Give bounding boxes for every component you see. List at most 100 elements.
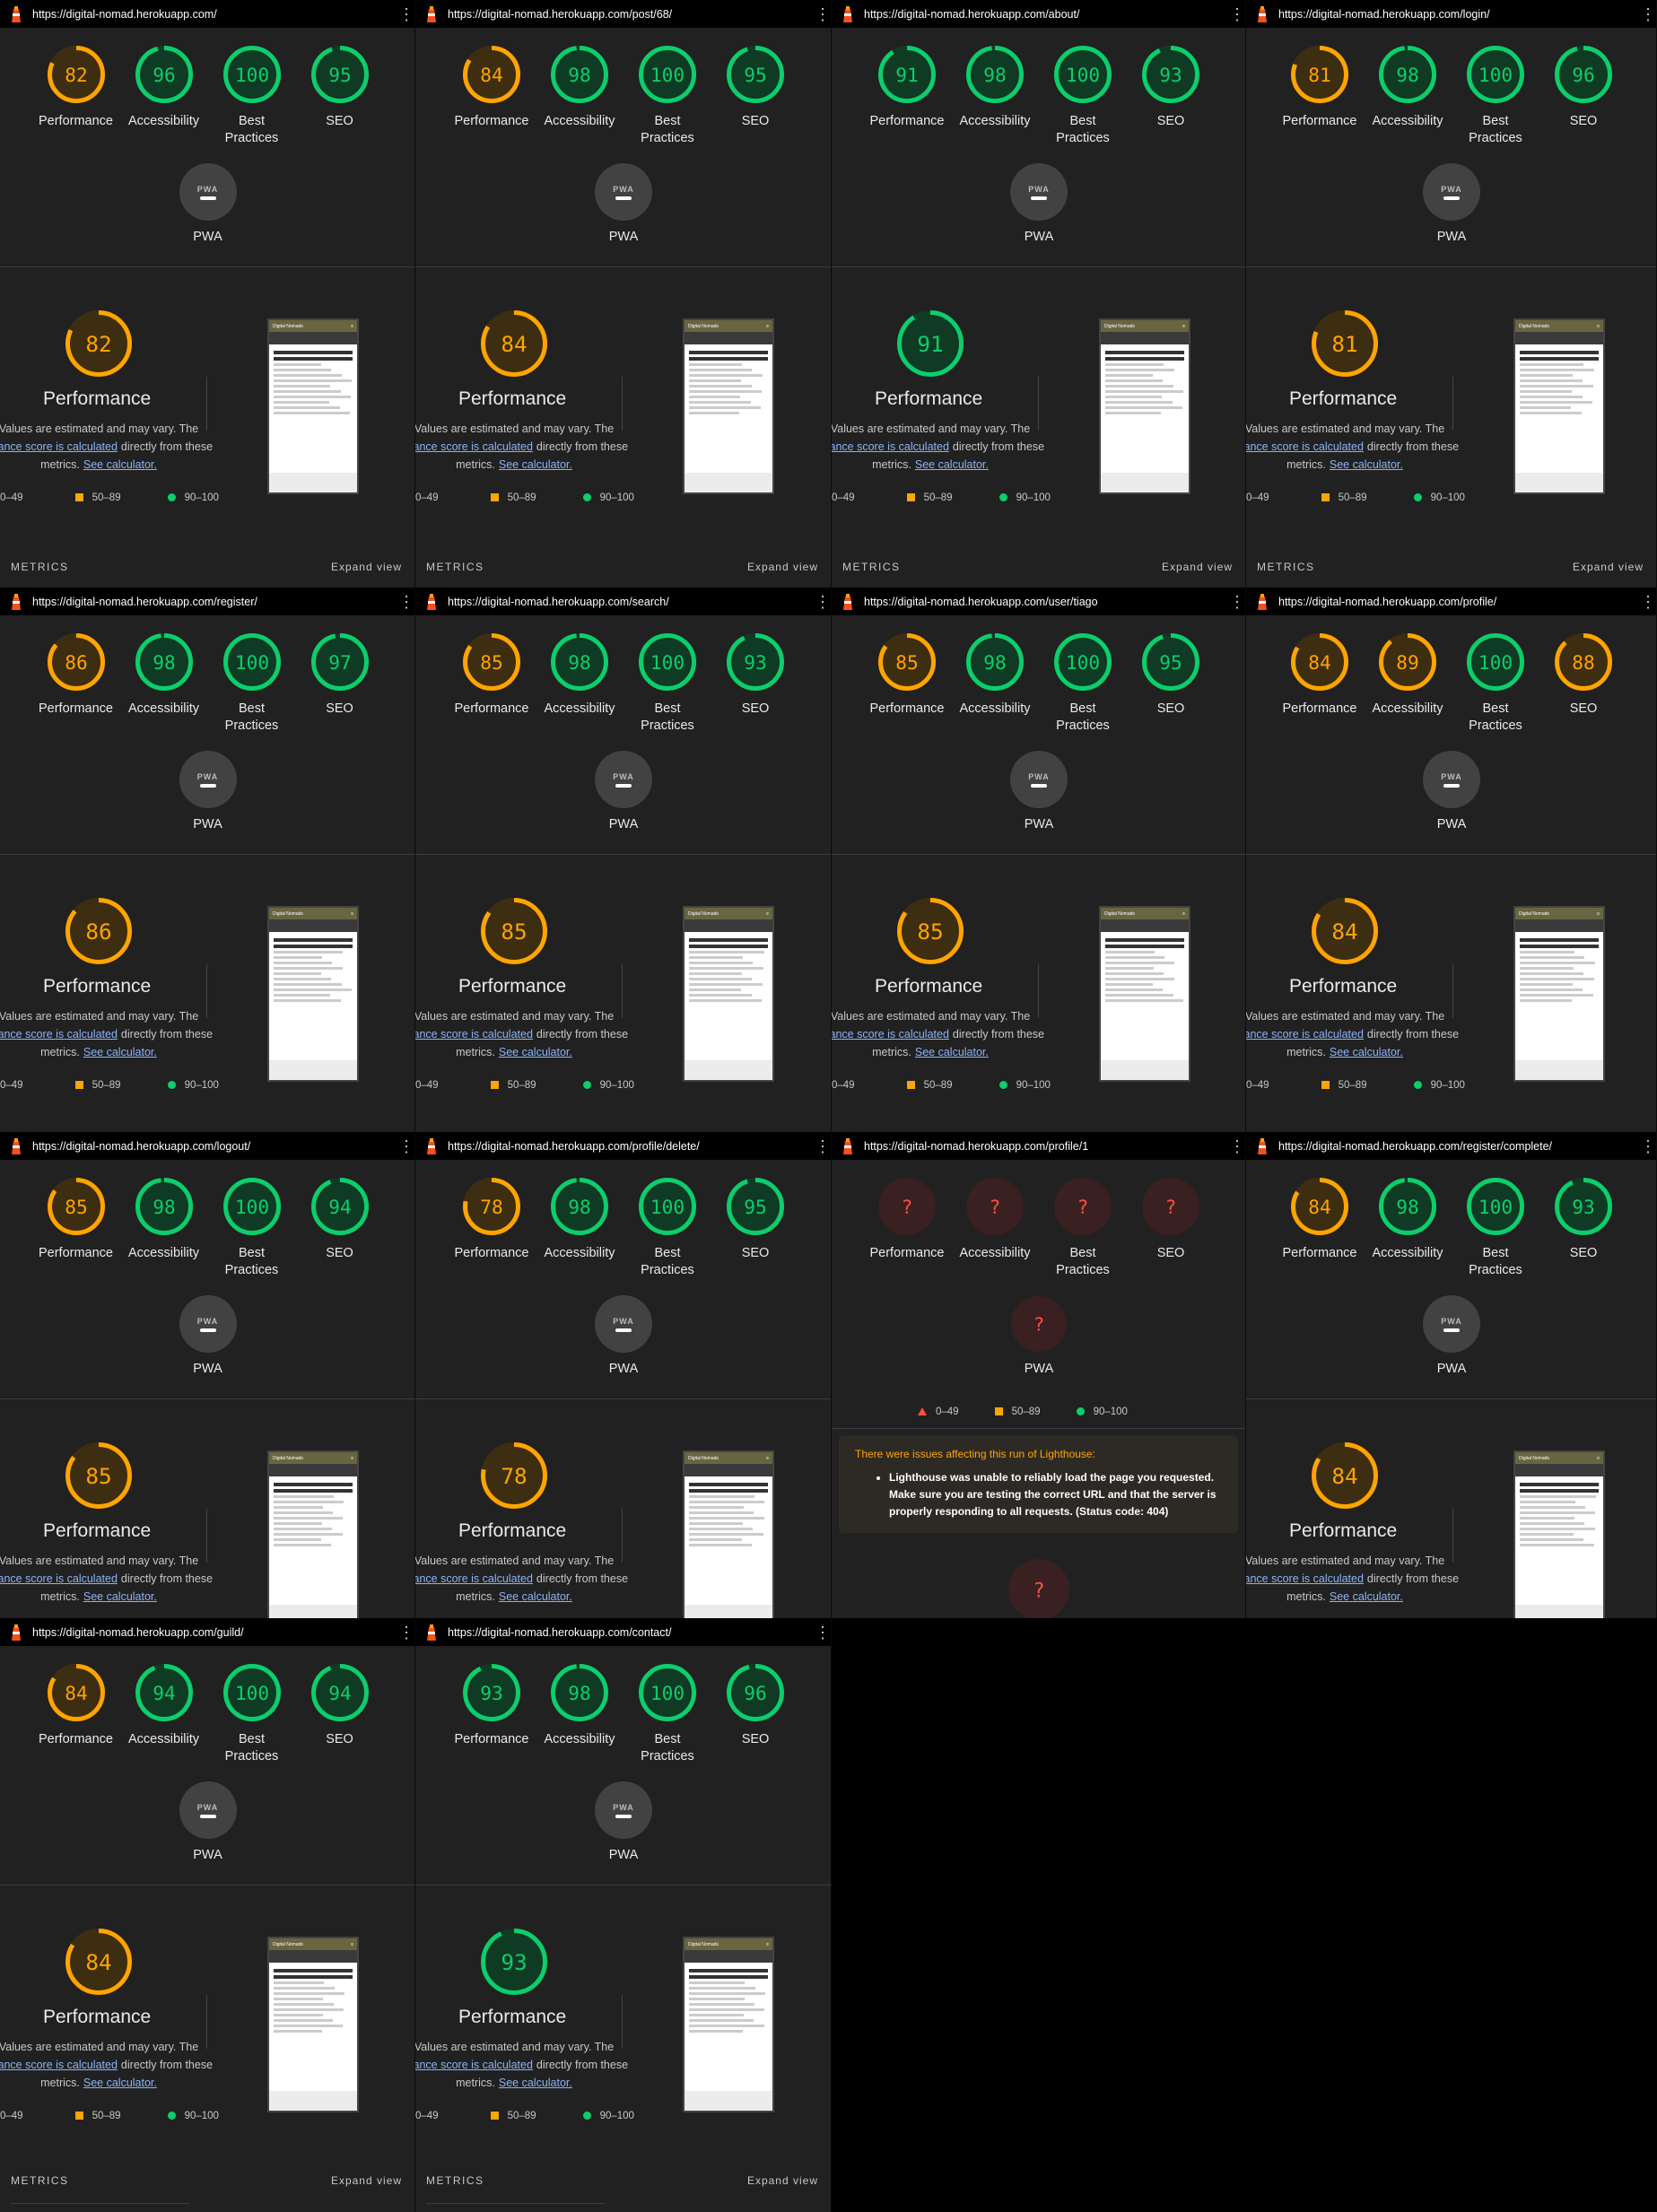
page-screenshot-thumbnail[interactable]: Digital Nomads ≡ [1099,318,1190,494]
page-screenshot-thumbnail[interactable]: Digital Nomads ≡ [683,906,774,1082]
page-screenshot-thumbnail[interactable]: Digital Nomads ≡ [267,318,359,494]
see-calculator-link[interactable]: See calculator. [1330,458,1403,471]
performance-big-gauge[interactable]: 85 [65,1441,136,1513]
performance-big-gauge[interactable]: 81 [1311,309,1382,381]
performance-big-gauge[interactable]: 84 [1311,1441,1382,1513]
more-options-icon[interactable]: ⋮ [1229,594,1245,610]
score-calculated-link[interactable]: rmance score is calculated [1246,1572,1364,1585]
score-calculated-link[interactable]: rmance score is calculated [0,440,118,453]
score-calculated-link[interactable]: rmance score is calculated [0,1572,118,1585]
see-calculator-link[interactable]: See calculator. [83,1590,157,1603]
report-url[interactable]: https://digital-nomad.herokuapp.com/abou… [864,8,1229,21]
report-url[interactable]: https://digital-nomad.herokuapp.com/ [32,8,398,21]
score-calculated-link[interactable]: rmance score is calculated [832,440,949,453]
seo-gauge[interactable]: 96 SEO [1530,45,1637,130]
page-screenshot-thumbnail[interactable]: Digital Nomads ≡ [1513,906,1605,1082]
see-calculator-link[interactable]: See calculator. [1330,1590,1403,1603]
performance-big-gauge[interactable]: 84 [480,309,552,381]
page-screenshot-thumbnail[interactable]: Digital Nomads ≡ [683,1450,774,1618]
see-calculator-link[interactable]: See calculator. [83,1046,157,1058]
expand-view-link[interactable]: Expand view [747,2174,818,2187]
more-options-icon[interactable]: ⋮ [1229,6,1245,22]
more-options-icon[interactable]: ⋮ [398,6,414,22]
seo-gauge[interactable]: 95 SEO [702,45,809,130]
more-options-icon[interactable]: ⋮ [398,1138,414,1154]
score-calculated-link[interactable]: rmance score is calculated [415,440,533,453]
performance-big-gauge[interactable]: 78 [480,1441,552,1513]
report-url[interactable]: https://digital-nomad.herokuapp.com/logi… [1278,8,1640,21]
more-options-icon[interactable]: ⋮ [1229,1138,1245,1154]
more-options-icon[interactable]: ⋮ [815,1138,831,1154]
see-calculator-link[interactable]: See calculator. [83,2077,157,2089]
see-calculator-link[interactable]: See calculator. [499,458,572,471]
report-url[interactable]: https://digital-nomad.herokuapp.com/prof… [448,1140,815,1153]
performance-big-gauge[interactable]: 84 [65,1928,136,1999]
pwa-gauge[interactable]: PWA PWA [163,163,253,244]
page-screenshot-thumbnail[interactable]: Digital Nomads ≡ [683,318,774,494]
performance-big-gauge[interactable]: 82 [65,309,136,381]
score-calculated-link[interactable]: rmance score is calculated [415,2059,533,2071]
more-options-icon[interactable]: ⋮ [398,1624,414,1641]
seo-gauge[interactable]: 95 SEO [1117,632,1225,718]
more-options-icon[interactable]: ⋮ [398,594,414,610]
seo-gauge[interactable]: 94 SEO [286,1663,394,1748]
more-options-icon[interactable]: ⋮ [815,1624,831,1641]
report-url[interactable]: https://digital-nomad.herokuapp.com/sear… [448,596,815,608]
pwa-gauge[interactable]: PWA PWA [579,1781,668,1862]
seo-gauge[interactable]: 96 SEO [702,1663,809,1748]
seo-gauge[interactable]: 97 SEO [286,632,394,718]
see-calculator-link[interactable]: See calculator. [499,1046,572,1058]
report-url[interactable]: https://digital-nomad.herokuapp.com/prof… [864,1140,1229,1153]
see-calculator-link[interactable]: See calculator. [83,458,157,471]
more-options-icon[interactable]: ⋮ [815,6,831,22]
report-url[interactable]: https://digital-nomad.herokuapp.com/cont… [448,1626,815,1639]
report-url[interactable]: https://digital-nomad.herokuapp.com/regi… [32,596,398,608]
see-calculator-link[interactable]: See calculator. [499,2077,572,2089]
report-url[interactable]: https://digital-nomad.herokuapp.com/prof… [1278,596,1640,608]
see-calculator-link[interactable]: See calculator. [499,1590,572,1603]
page-screenshot-thumbnail[interactable]: Digital Nomads ≡ [1099,906,1190,1082]
performance-big-gauge[interactable]: 91 [896,309,968,381]
performance-big-gauge[interactable]: 93 [480,1928,552,1999]
page-screenshot-thumbnail[interactable]: Digital Nomads ≡ [1513,318,1605,494]
performance-big-gauge[interactable]: 84 [1311,897,1382,969]
report-url[interactable]: https://digital-nomad.herokuapp.com/guil… [32,1626,398,1639]
pwa-gauge[interactable]: PWA PWA [579,1295,668,1376]
performance-big-gauge[interactable]: 86 [65,897,136,969]
pwa-gauge[interactable]: PWA PWA [163,1781,253,1862]
pwa-gauge[interactable]: PWA PWA [1407,163,1496,244]
page-screenshot-thumbnail[interactable]: Digital Nomads ≡ [267,1450,359,1618]
expand-view-link[interactable]: Expand view [331,2174,402,2187]
report-url[interactable]: https://digital-nomad.herokuapp.com/post… [448,8,815,21]
page-screenshot-thumbnail[interactable]: Digital Nomads ≡ [267,906,359,1082]
performance-big-gauge[interactable]: 85 [480,897,552,969]
see-calculator-link[interactable]: See calculator. [915,458,989,471]
expand-view-link[interactable]: Expand view [331,561,402,573]
pwa-gauge[interactable]: PWA PWA [163,1295,253,1376]
score-calculated-link[interactable]: rmance score is calculated [1246,1028,1364,1041]
seo-gauge[interactable]: 95 SEO [702,1177,809,1262]
pwa-gauge[interactable]: PWA PWA [994,751,1084,832]
performance-big-gauge[interactable]: ? [1007,1558,1079,1618]
expand-view-link[interactable]: Expand view [1573,561,1644,573]
more-options-icon[interactable]: ⋮ [1640,1138,1656,1154]
seo-gauge[interactable]: 95 SEO [286,45,394,130]
seo-gauge[interactable]: 94 SEO [286,1177,394,1262]
pwa-gauge[interactable]: PWA PWA [1407,1295,1496,1376]
page-screenshot-thumbnail[interactable]: Digital Nomads ≡ [267,1937,359,2112]
seo-gauge[interactable]: ? SEO [1117,1177,1225,1262]
expand-view-link[interactable]: Expand view [747,561,818,573]
report-url[interactable]: https://digital-nomad.herokuapp.com/logo… [32,1140,398,1153]
seo-gauge[interactable]: 93 SEO [1530,1177,1637,1262]
score-calculated-link[interactable]: rmance score is calculated [415,1028,533,1041]
pwa-gauge[interactable]: PWA PWA [163,751,253,832]
report-url[interactable]: https://digital-nomad.herokuapp.com/regi… [1278,1140,1640,1153]
see-calculator-link[interactable]: See calculator. [915,1046,989,1058]
more-options-icon[interactable]: ⋮ [815,594,831,610]
pwa-gauge[interactable]: ? PWA [994,1295,1084,1376]
see-calculator-link[interactable]: See calculator. [1330,1046,1403,1058]
pwa-gauge[interactable]: PWA PWA [579,751,668,832]
page-screenshot-thumbnail[interactable]: Digital Nomads ≡ [1513,1450,1605,1618]
score-calculated-link[interactable]: rmance score is calculated [832,1028,949,1041]
report-url[interactable]: https://digital-nomad.herokuapp.com/user… [864,596,1229,608]
